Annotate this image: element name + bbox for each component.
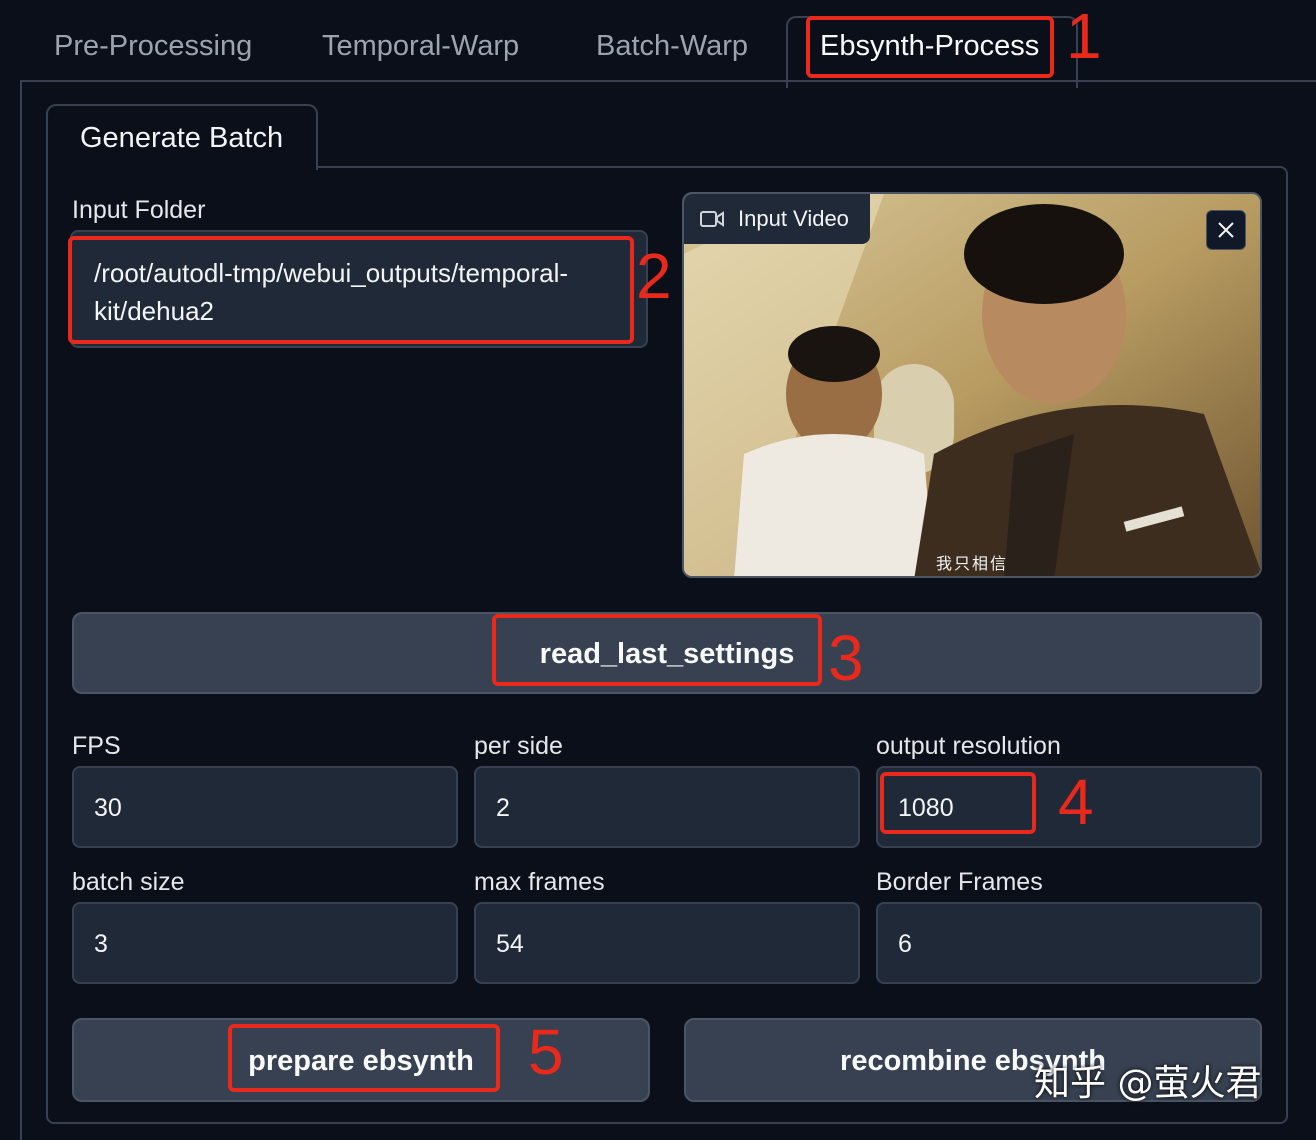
annotation-box-2	[68, 236, 634, 344]
input-folder-label: Input Folder	[72, 196, 206, 224]
tab-temporal-warp[interactable]: Temporal-Warp	[322, 30, 519, 63]
annotation-box-4	[880, 772, 1036, 834]
max-frames-value: 54	[496, 930, 524, 958]
per-side-label: per side	[474, 732, 563, 760]
watermark: 知乎 @萤火君	[1034, 1063, 1262, 1104]
input-video[interactable]: Input Video 我只相信	[682, 192, 1262, 578]
fps-value: 30	[94, 794, 122, 822]
tab-batch-warp[interactable]: Batch-Warp	[596, 30, 748, 63]
close-icon	[1218, 222, 1234, 238]
annotation-3: 3	[828, 622, 864, 694]
batch-size-value: 3	[94, 930, 108, 958]
annotation-1: 1	[1066, 0, 1102, 72]
max-frames-label: max frames	[474, 868, 605, 896]
per-side-value: 2	[496, 794, 510, 822]
annotation-4: 4	[1058, 766, 1094, 838]
border-frames-value: 6	[898, 930, 912, 958]
batch-size-label: batch size	[72, 868, 185, 896]
annotation-5: 5	[528, 1016, 564, 1088]
close-video-button[interactable]	[1206, 210, 1246, 250]
annotation-box-3	[492, 614, 822, 686]
video-frame-image	[684, 194, 1260, 576]
border-frames-field[interactable]: 6	[876, 902, 1262, 984]
tab-generate-batch-label: Generate Batch	[80, 122, 284, 154]
batch-size-field[interactable]: 3	[72, 902, 458, 984]
annotation-2: 2	[636, 240, 672, 312]
input-video-label: Input Video	[738, 206, 849, 231]
max-frames-field[interactable]: 54	[474, 902, 860, 984]
video-subtitle: 我只相信	[936, 554, 1009, 573]
annotation-box-1	[806, 16, 1054, 78]
tab-generate-batch[interactable]: Generate Batch	[46, 104, 318, 170]
output-resolution-label: output resolution	[876, 732, 1061, 760]
input-video-label-tab: Input Video	[684, 194, 870, 244]
annotation-box-5	[228, 1024, 500, 1092]
fps-label: FPS	[72, 732, 121, 760]
border-frames-label: Border Frames	[876, 868, 1043, 896]
fps-field[interactable]: 30	[72, 766, 458, 848]
tab-pre-processing[interactable]: Pre-Processing	[54, 30, 252, 63]
per-side-field[interactable]: 2	[474, 766, 860, 848]
video-camera-icon	[700, 211, 724, 227]
